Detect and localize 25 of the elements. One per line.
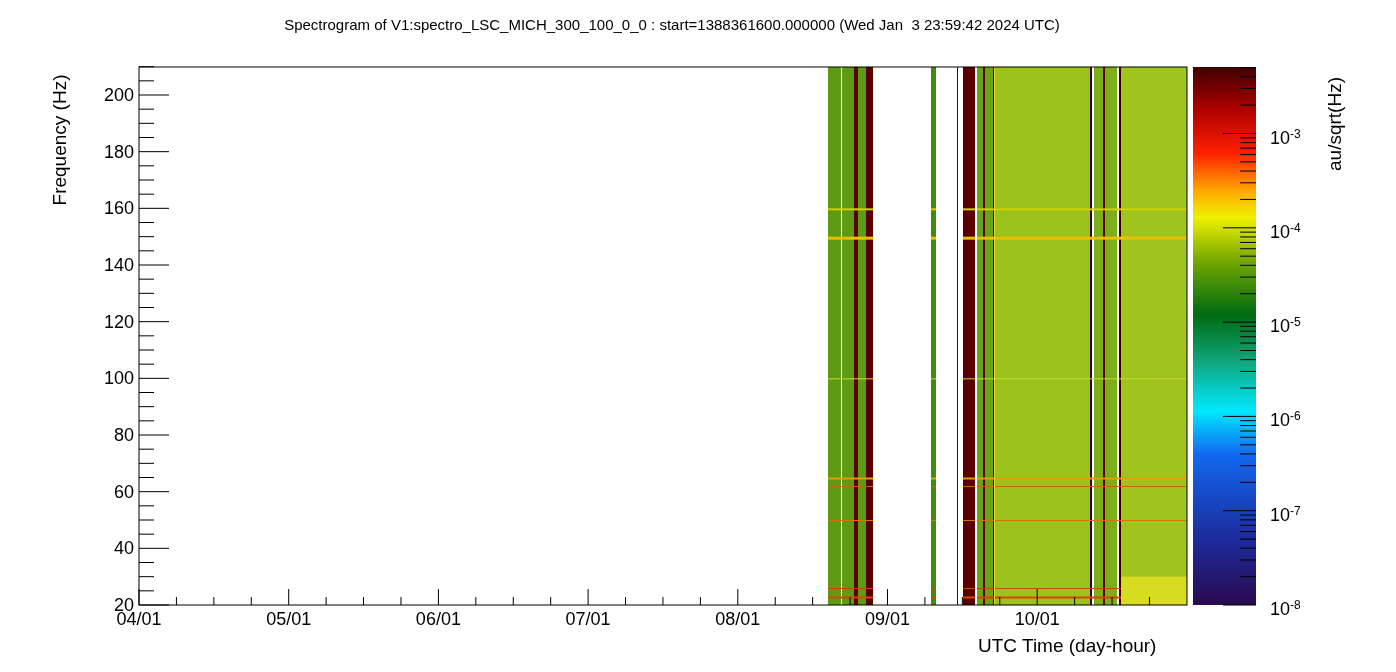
color-scale-tick-label: 10$^{-8}$ xyxy=(1270,600,1301,618)
chart-title: Spectrogram of V1:spectro_LSC_MICH_300_100_0_0 : start=1388361600.000000 (Wed Jan 3 23:59:42 2024 UTC) xyxy=(283,15,1061,35)
color-scale-tick-label: 10$^{-7}$ xyxy=(1270,505,1301,524)
y-tick-label: 60 xyxy=(113,482,134,501)
x-tick-label: 08/01 xyxy=(715,610,761,628)
y-tick-label: 140 xyxy=(103,256,134,274)
color-scale-tick-label: 10$^{-6}$ xyxy=(1270,411,1301,430)
y-tick-label: 120 xyxy=(103,312,134,331)
color-scale-tick-label: 10$^{-3}$ xyxy=(1270,128,1301,147)
y-tick-label: 180 xyxy=(103,142,134,161)
x-tick-label: 05/01 xyxy=(266,610,312,628)
color-scale-tick-label: 10$^{-5}$ xyxy=(1270,317,1301,336)
y-tick-label: 160 xyxy=(103,199,134,218)
x-tick-label: 09/01 xyxy=(865,610,910,628)
y-tick-label: 100 xyxy=(103,369,134,388)
x-tick-label: 10/01 xyxy=(1014,610,1060,628)
x-tick-label: 06/01 xyxy=(415,610,461,628)
x-tick-label: 07/01 xyxy=(565,610,611,628)
y-tick-label: 40 xyxy=(113,539,134,558)
color-scale-label: au/sqrt(Hz) xyxy=(1322,77,1346,171)
y-tick-label: 200 xyxy=(103,86,134,104)
color-scale-tick-label: 10$^{-4}$ xyxy=(1270,222,1301,241)
y-axis-label: Frequency (Hz) xyxy=(47,74,71,206)
y-tick-label: 80 xyxy=(113,426,134,444)
x-axis-label: UTC Time (day-hour) xyxy=(978,634,1157,658)
